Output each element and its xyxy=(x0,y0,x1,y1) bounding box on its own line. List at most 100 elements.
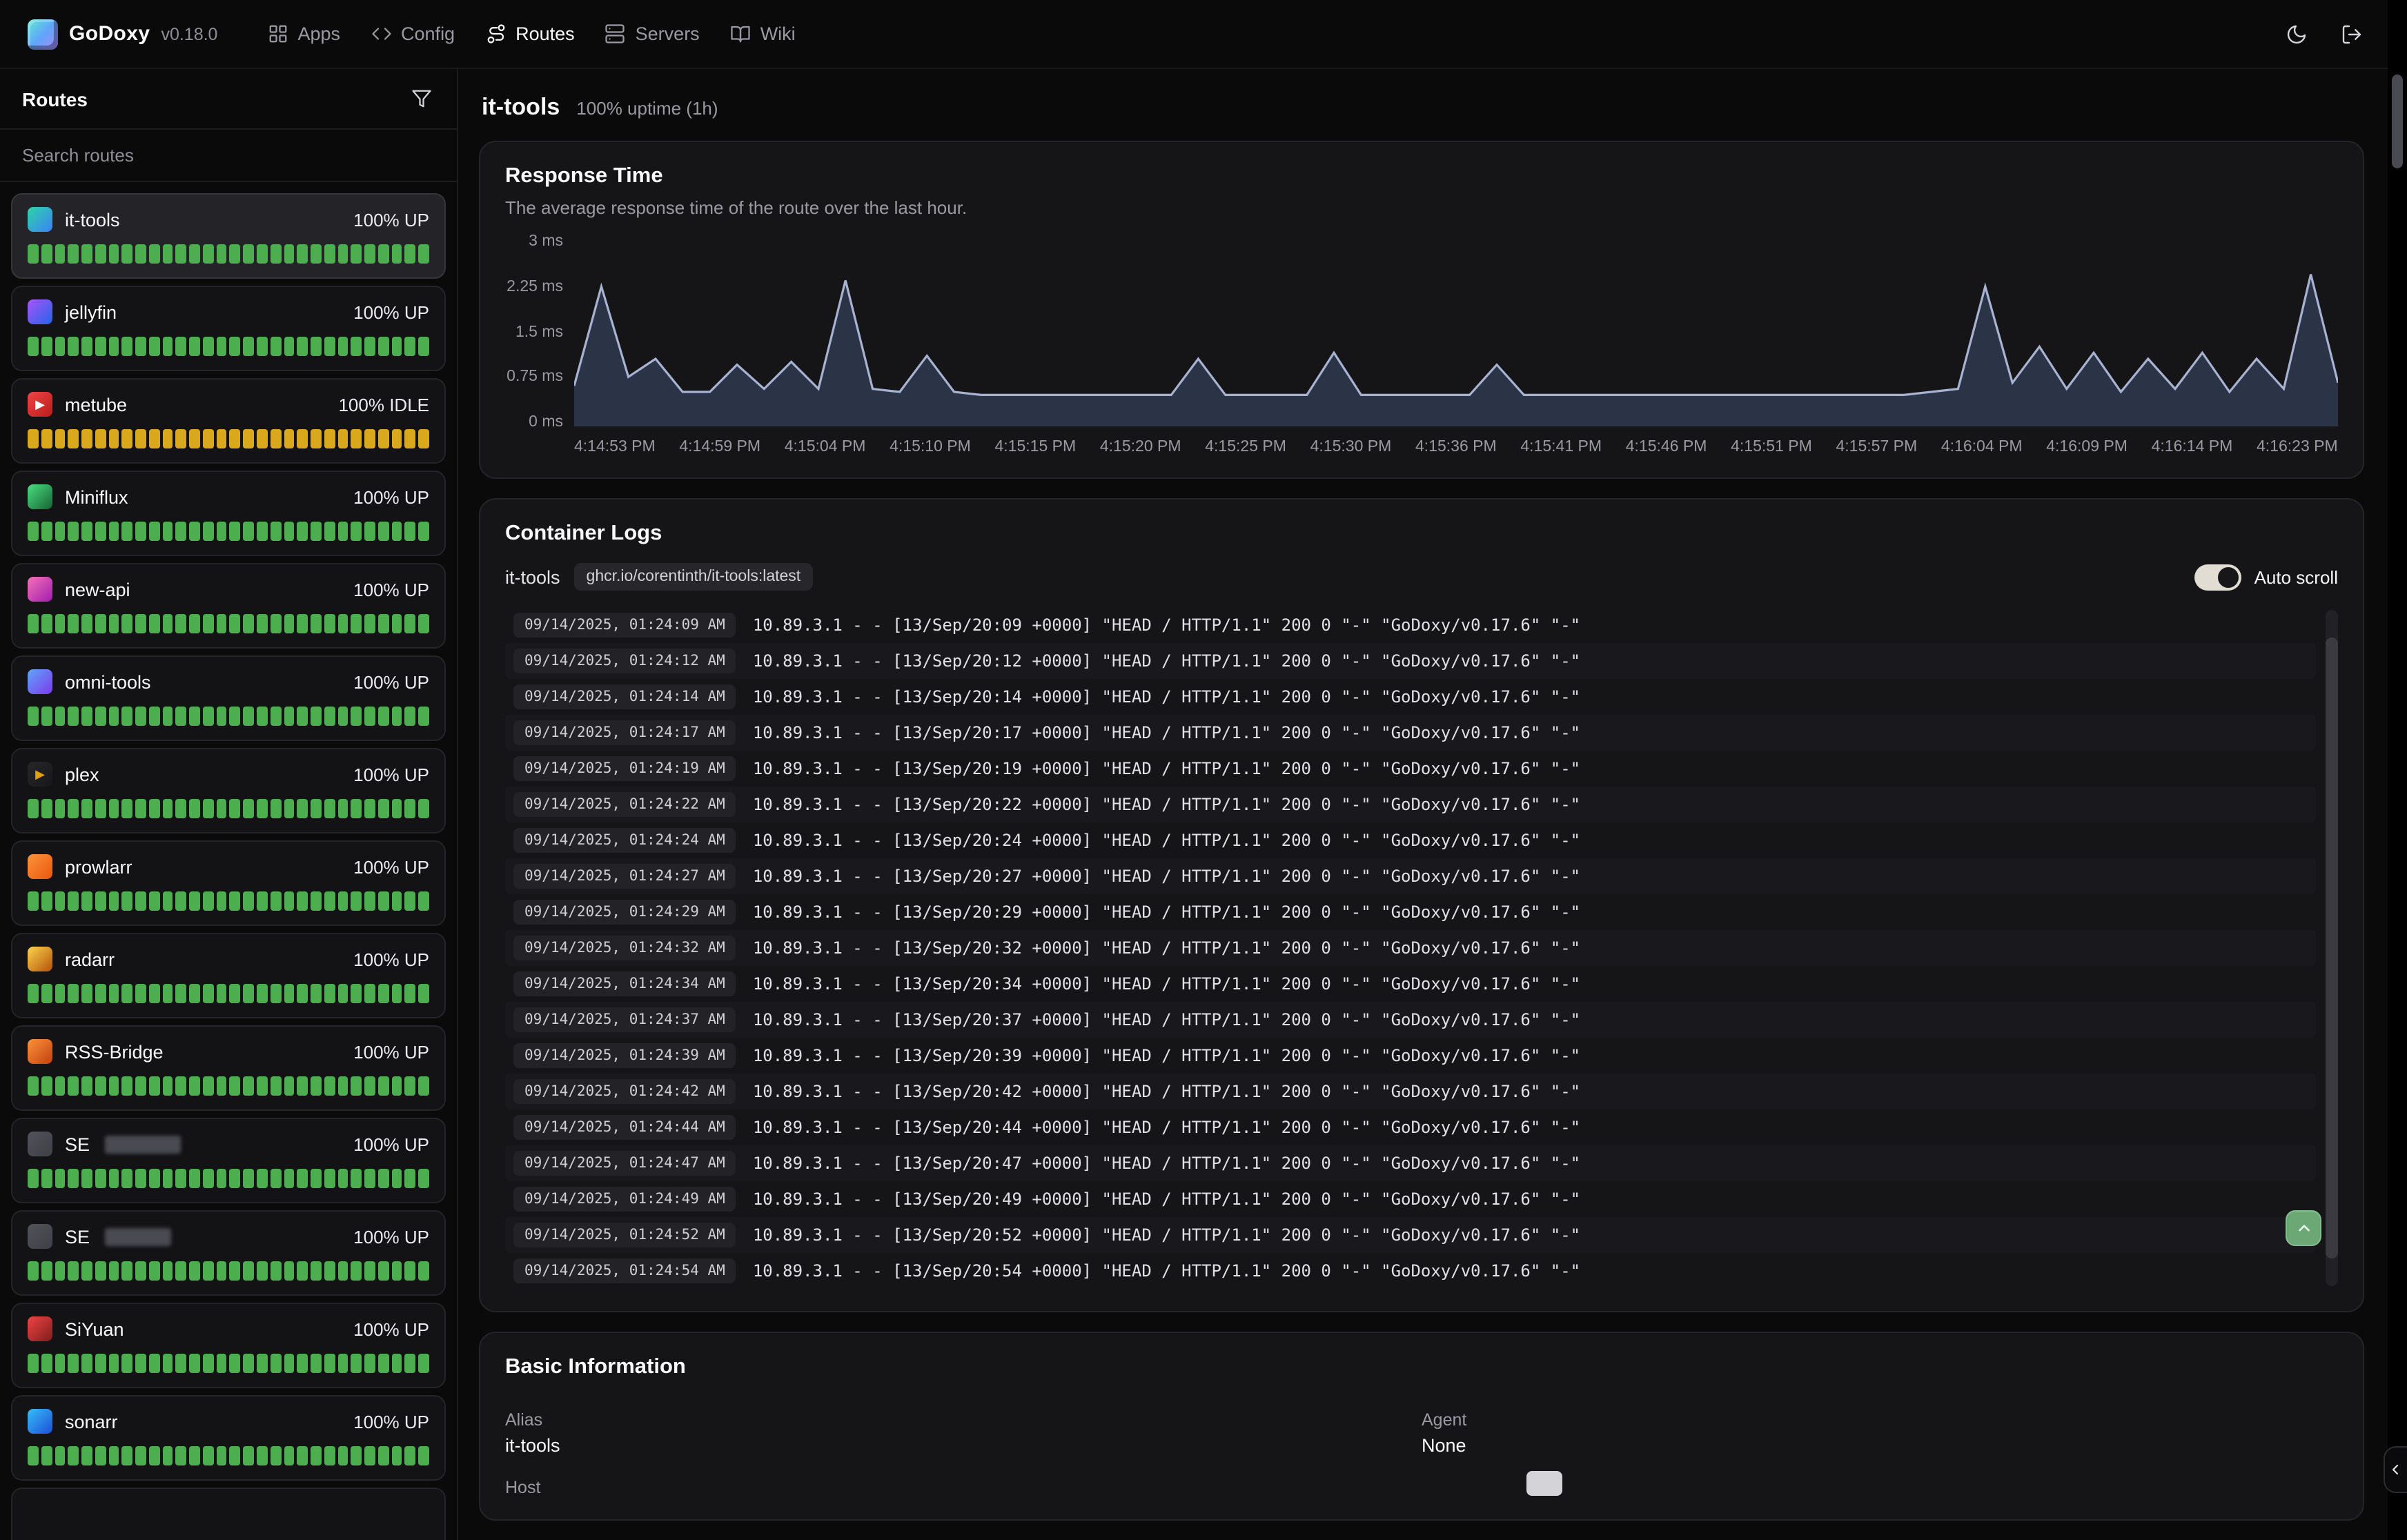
page-scrollbar-track xyxy=(2388,0,2407,1540)
route-item-header: ▶plex100% UP xyxy=(28,762,429,787)
route-item-rss-bridge[interactable]: RSS-Bridge100% UP xyxy=(11,1025,446,1111)
routes-sidebar: Routes it-tools100% UPjellyfin100% UP▶me… xyxy=(0,69,458,1540)
route-item-radarr[interactable]: radarr100% UP xyxy=(11,933,446,1018)
uptime-bar xyxy=(297,984,308,1003)
miniflux-icon xyxy=(28,484,52,509)
uptime-bar xyxy=(135,337,146,356)
route-icon xyxy=(485,23,506,44)
uptime-bar xyxy=(311,1446,322,1465)
filter-button[interactable] xyxy=(409,86,435,112)
scroll-to-top-button[interactable] xyxy=(2286,1210,2321,1246)
route-item-plex[interactable]: ▶plex100% UP xyxy=(11,748,446,833)
uptime-bar xyxy=(55,429,66,448)
nav-item-routes[interactable]: Routes xyxy=(485,23,575,44)
route-item-prowlarr[interactable]: prowlarr100% UP xyxy=(11,840,446,926)
brand[interactable]: GoDoxy v0.18.0 xyxy=(28,19,217,49)
uptime-bars xyxy=(28,1169,429,1188)
uptime-bar xyxy=(230,1169,241,1188)
route-item-se[interactable]: SE100% UP xyxy=(11,1118,446,1203)
uptime-bar xyxy=(405,614,416,633)
nav-item-config[interactable]: Config xyxy=(371,23,455,44)
uptime-bar xyxy=(311,614,322,633)
uptime-bar xyxy=(203,244,214,264)
uptime-bar xyxy=(41,337,52,356)
route-item-miniflux[interactable]: Miniflux100% UP xyxy=(11,471,446,556)
uptime-bar xyxy=(176,1354,187,1373)
uptime-bar xyxy=(378,429,389,448)
uptime-bar xyxy=(122,522,133,541)
response-time-card: Response Time The average response time … xyxy=(479,141,2364,479)
nav-item-apps[interactable]: Apps xyxy=(267,23,340,44)
uptime-bar xyxy=(108,1076,119,1096)
response-time-title: Response Time xyxy=(505,164,2338,189)
uptime-bar xyxy=(189,337,200,356)
uptime-bar xyxy=(189,244,200,264)
route-status: 100% UP xyxy=(353,1319,429,1339)
uptime-bar xyxy=(284,707,295,726)
route-item-se[interactable]: SE100% UP xyxy=(11,1210,446,1296)
uptime-bar xyxy=(324,1261,335,1281)
uptime-bar xyxy=(203,1261,214,1281)
uptime-bar xyxy=(284,1169,295,1188)
autoscroll-toggle[interactable] xyxy=(2195,564,2242,590)
uptime-bar xyxy=(216,244,227,264)
route-item-it-tools[interactable]: it-tools100% UP xyxy=(11,193,446,279)
log-timestamp: 09/14/2025, 01:24:32 AM xyxy=(513,936,736,960)
navbar-actions xyxy=(2283,20,2379,48)
basic-information-card: Basic Information Aliasit-toolsAgentNone… xyxy=(479,1332,2364,1521)
uptime-bar xyxy=(95,1261,106,1281)
uptime-bar xyxy=(203,1076,214,1096)
route-item-sonarr[interactable]: sonarr100% UP xyxy=(11,1395,446,1481)
uptime-bar xyxy=(271,1446,282,1465)
uptime-bar xyxy=(324,429,335,448)
uptime-bar xyxy=(257,522,268,541)
route-item-new-api[interactable]: new-api100% UP xyxy=(11,563,446,649)
page-scrollbar-thumb[interactable] xyxy=(2392,75,2403,168)
uptime-bar xyxy=(418,1169,429,1188)
panel-collapse-handle[interactable] xyxy=(2384,1446,2407,1493)
uptime-bars xyxy=(28,522,429,541)
uptime-bar xyxy=(55,707,66,726)
x-axis-label: 4:15:36 PM xyxy=(1415,439,1497,455)
uptime-bar xyxy=(81,522,92,541)
uptime-bar xyxy=(297,244,308,264)
route-item-metube[interactable]: ▶metube100% IDLE xyxy=(11,378,446,464)
uptime-bar xyxy=(68,429,79,448)
uptime-bar xyxy=(176,337,187,356)
route-item-siyuan[interactable]: SiYuan100% UP xyxy=(11,1303,446,1388)
route-item-jellyfin[interactable]: jellyfin100% UP xyxy=(11,286,446,371)
logout-button[interactable] xyxy=(2338,20,2366,48)
uptime-bar xyxy=(284,891,295,911)
uptime-bar xyxy=(364,707,375,726)
nav-label: Routes xyxy=(515,23,575,44)
route-name: sonarr xyxy=(65,1411,118,1432)
nav-item-servers[interactable]: Servers xyxy=(605,23,700,44)
nav-item-wiki[interactable]: Wiki xyxy=(730,23,796,44)
uptime-bar xyxy=(284,1261,295,1281)
y-axis-label: 2.25 ms xyxy=(507,279,563,295)
log-message: 10.89.3.1 - - [13/Sep/20:49 +0000] "HEAD… xyxy=(753,1189,1580,1209)
nav-label: Config xyxy=(401,23,455,44)
container-logs-card: Container Logs it-tools ghcr.io/corentin… xyxy=(479,498,2364,1312)
brand-name: GoDoxy xyxy=(69,22,150,46)
logs-scrollbar-thumb[interactable] xyxy=(2326,637,2338,1259)
log-timestamp: 09/14/2025, 01:24:12 AM xyxy=(513,649,736,673)
search-routes-input[interactable] xyxy=(0,130,457,181)
uptime-bar xyxy=(216,1076,227,1096)
uptime-bar xyxy=(257,891,268,911)
page-header: it-tools 100% uptime (1h) xyxy=(479,91,2364,121)
route-item-header: prowlarr100% UP xyxy=(28,854,429,879)
route-item-omni-tools[interactable]: omni-tools100% UP xyxy=(11,655,446,741)
uptime-bar xyxy=(81,337,92,356)
page-uptime: 100% uptime (1h) xyxy=(576,98,718,119)
uptime-bar xyxy=(297,799,308,818)
uptime-bar xyxy=(122,1076,133,1096)
uptime-bar xyxy=(28,337,39,356)
theme-toggle-button[interactable] xyxy=(2283,20,2310,48)
uptime-bar xyxy=(122,1446,133,1465)
uptime-bar xyxy=(284,614,295,633)
uptime-bar xyxy=(81,244,92,264)
uptime-bar xyxy=(149,1076,160,1096)
uptime-bar xyxy=(257,337,268,356)
log-message: 10.89.3.1 - - [13/Sep/20:19 +0000] "HEAD… xyxy=(753,759,1580,778)
